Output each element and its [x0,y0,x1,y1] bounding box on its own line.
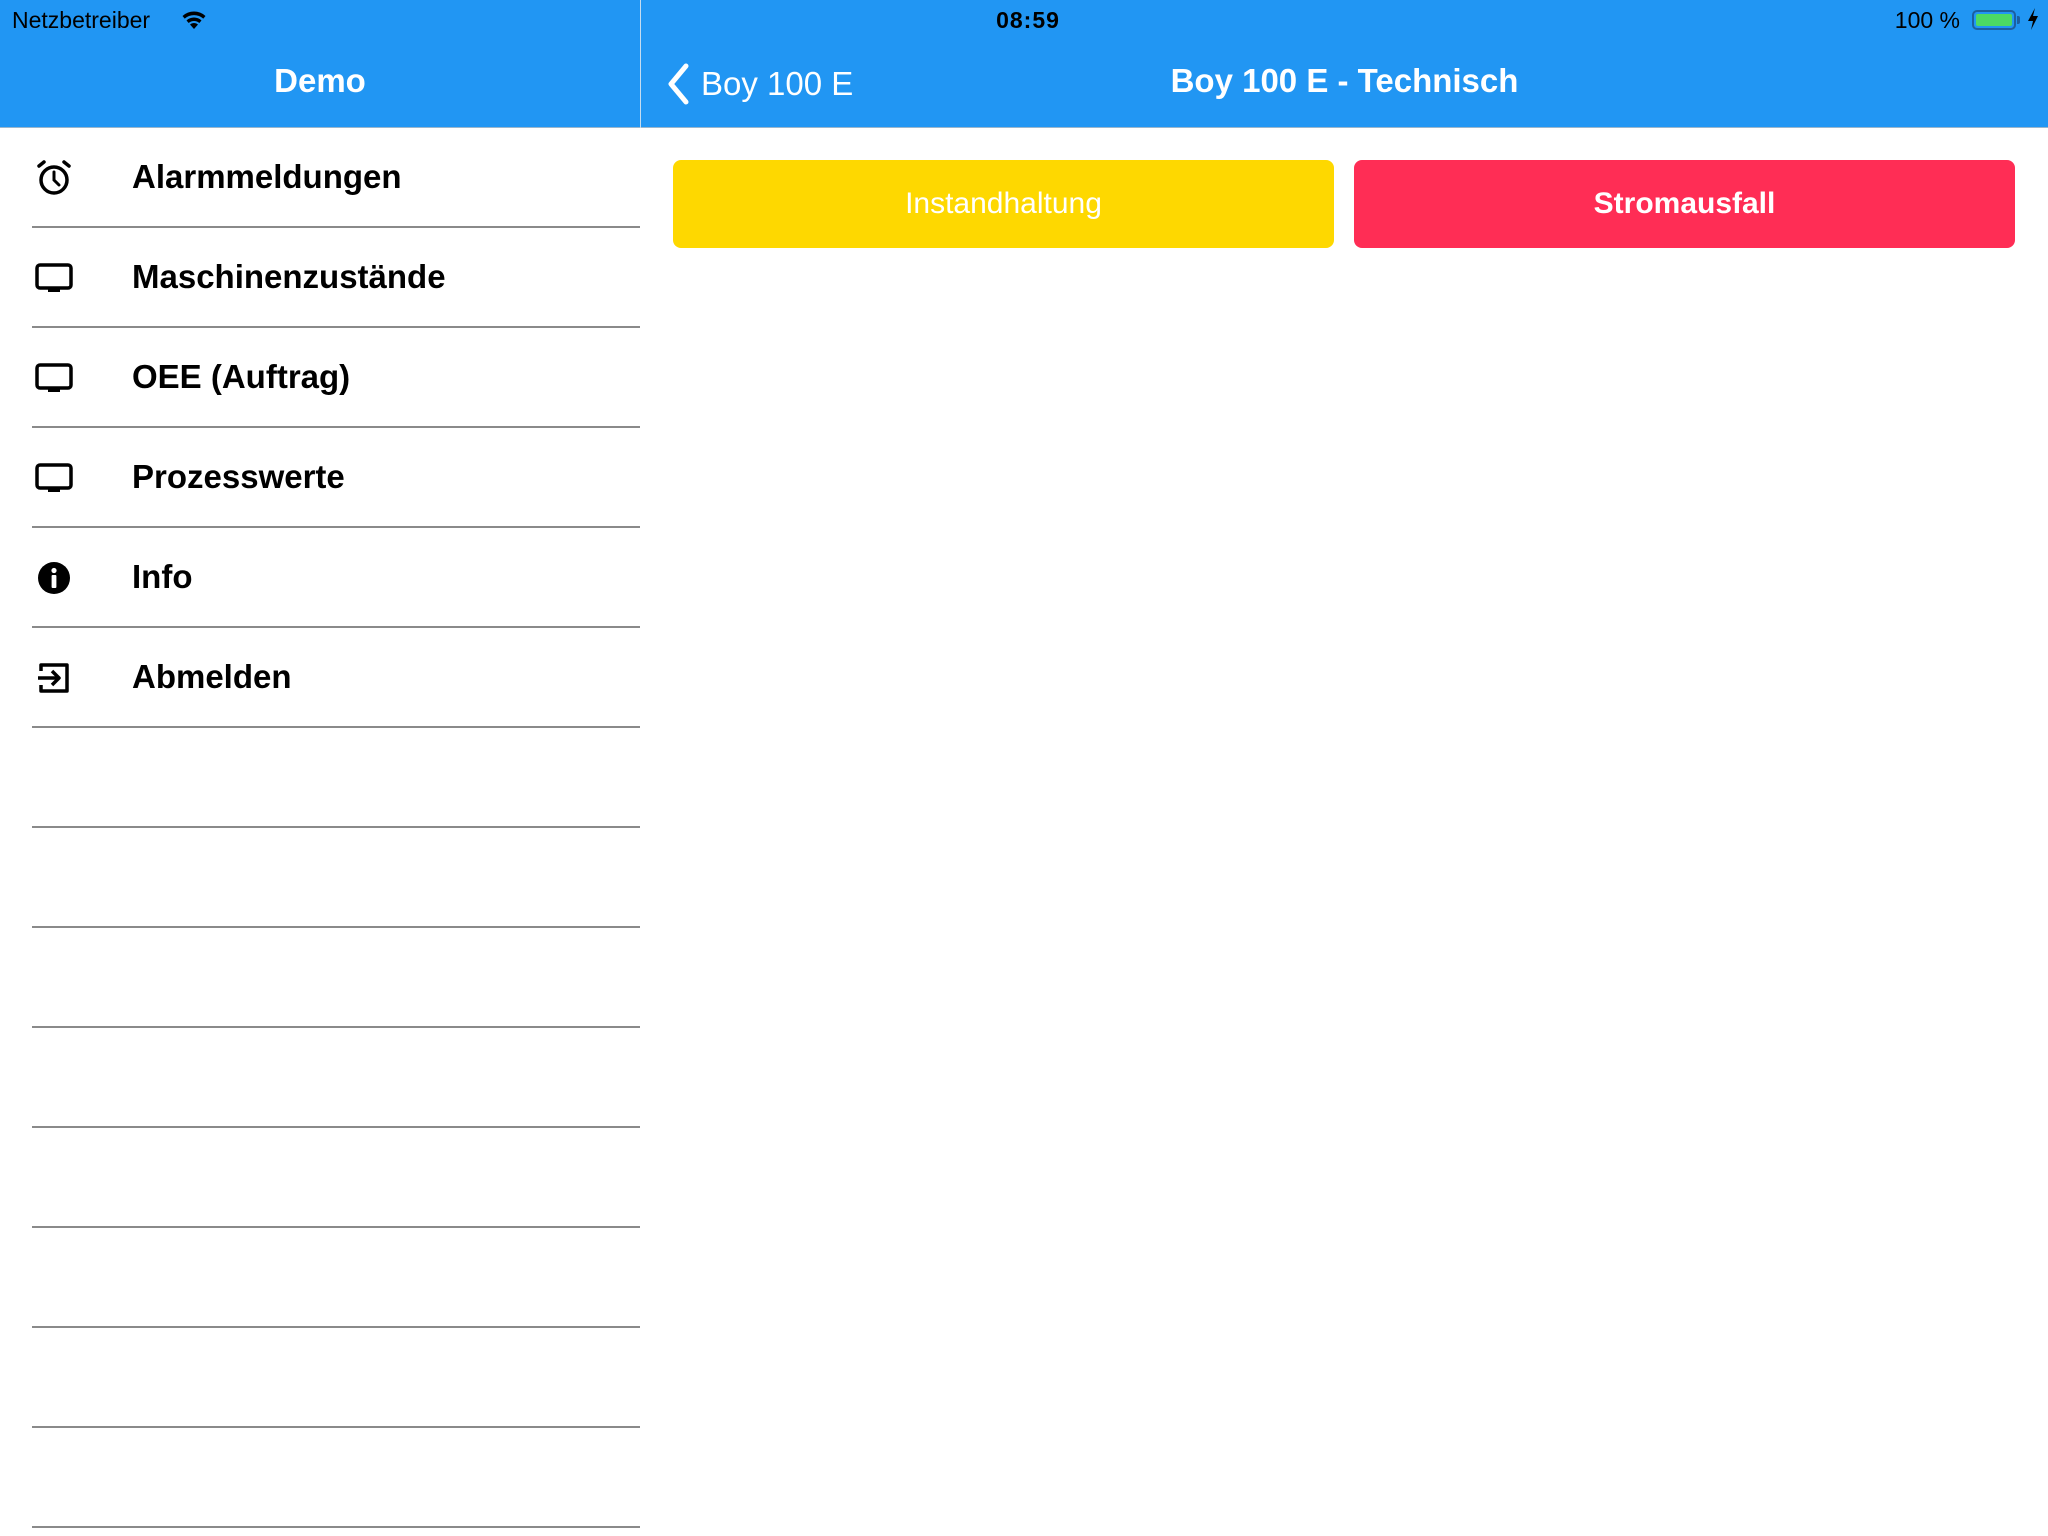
empty-row [32,1328,640,1428]
monitor-icon [34,258,74,298]
status-bar: Netzbetreiber 08:59 100 % [0,0,2048,40]
detail-nav-bar: Boy 100 E Boy 100 E - Technisch [641,40,2048,128]
top-bar: Netzbetreiber 08:59 100 % Demo Boy 100 E… [0,0,2048,128]
empty-row [32,1128,640,1228]
empty-row [32,828,640,928]
sidebar-item-label: Abmelden [132,658,292,695]
sidebar-item-oee[interactable]: OEE (Auftrag) [32,328,640,428]
alarm-clock-icon [34,158,74,198]
sidebar-item-abmelden[interactable]: Abmelden [32,628,640,728]
battery-tip [2017,16,2020,24]
power-failure-button-label: Stromausfall [1593,187,1776,220]
maintenance-button-label: Instandhaltung [905,187,1102,220]
sidebar-title: Demo [274,62,366,99]
battery-icon [1972,10,2016,30]
empty-row [32,1028,640,1128]
clock: 08:59 [996,7,1060,33]
sidebar-item-alarmmeldungen[interactable]: Alarmmeldungen [32,128,640,228]
sidebar-item-label: Info [132,558,193,595]
maintenance-button[interactable]: Instandhaltung [673,160,1334,248]
logout-icon [34,658,74,698]
sidebar-item-prozesswerte[interactable]: Prozesswerte [32,428,640,528]
power-failure-button[interactable]: Stromausfall [1354,160,2015,248]
info-icon [34,558,74,598]
empty-row [32,1228,640,1328]
empty-row [32,1428,640,1528]
battery-percentage: 100 % [1894,7,1960,33]
sidebar-item-label: Prozesswerte [132,458,345,495]
bolt-icon [2026,7,2040,31]
detail-content: Instandhaltung Stromausfall [641,128,2048,1536]
sidebar-nav-bar: Demo [0,40,640,128]
sidebar-item-label: Maschinenzustände [132,258,446,295]
empty-row [32,928,640,1028]
sidebar-item-maschinenzustaende[interactable]: Maschinenzustände [32,228,640,328]
monitor-icon [34,358,74,398]
sidebar-item-label: Alarmmeldungen [132,158,402,195]
empty-row [32,728,640,828]
sidebar-item-label: OEE (Auftrag) [132,358,351,395]
sidebar-item-info[interactable]: Info [32,528,640,628]
sidebar-menu: Alarmmeldungen Maschinenzustände OEE (Au… [0,128,640,1536]
page-title: Boy 100 E - Technisch [1170,62,1519,99]
monitor-icon [34,458,74,498]
